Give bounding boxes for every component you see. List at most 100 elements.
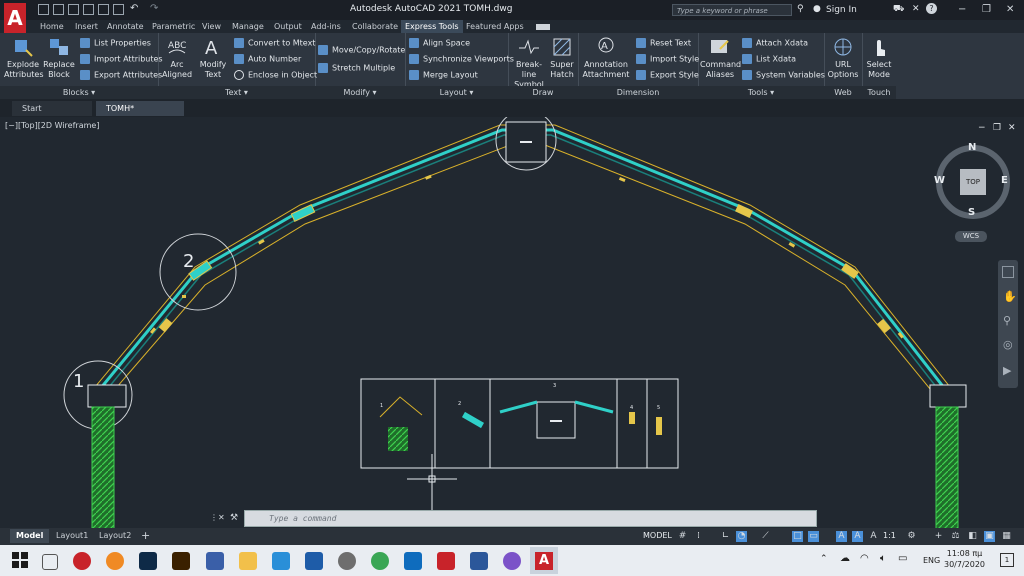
- viewport-restore-icon[interactable]: ❐: [993, 123, 1001, 133]
- web-mobile-icon[interactable]: [98, 4, 109, 15]
- print-icon[interactable]: [113, 4, 124, 15]
- start-tab[interactable]: Start: [12, 101, 92, 116]
- align-space-button[interactable]: Align Space: [409, 38, 470, 48]
- save-icon[interactable]: [68, 4, 79, 15]
- file-explorer-icon[interactable]: [239, 552, 257, 570]
- autoscale-icon[interactable]: A: [852, 531, 863, 542]
- tools-panel-title[interactable]: Tools ▾: [698, 86, 824, 99]
- maximize-icon[interactable]: ❐: [982, 4, 991, 15]
- steering-wheel-icon[interactable]: [1002, 266, 1014, 278]
- annotation-attachment-button[interactable]: A Annotation Attachment: [582, 36, 630, 80]
- compass-south[interactable]: S: [968, 207, 975, 218]
- tab-output[interactable]: Output: [274, 20, 302, 33]
- tab-home[interactable]: Home: [40, 20, 64, 33]
- drawing-canvas[interactable]: 2 1 1 2 3 4 5: [0, 117, 1024, 530]
- tab-manage[interactable]: Manage: [232, 20, 264, 33]
- isolate-icon[interactable]: ◧: [967, 531, 978, 542]
- save-as-icon[interactable]: [83, 4, 94, 15]
- viewcube-top-face[interactable]: TOP: [960, 169, 986, 195]
- viewport-close-icon[interactable]: ✕: [1008, 123, 1016, 133]
- word-icon[interactable]: [470, 552, 488, 570]
- grid-icon[interactable]: #: [677, 531, 688, 542]
- ortho-icon[interactable]: ∟: [720, 531, 731, 542]
- disk-app-icon[interactable]: [338, 552, 356, 570]
- sync-viewports-button[interactable]: Synchronize Viewports: [409, 54, 514, 64]
- minimize-icon[interactable]: −: [958, 4, 966, 15]
- import-style-button[interactable]: Import Style: [636, 54, 699, 64]
- tab-express-tools[interactable]: Express Tools: [401, 20, 463, 33]
- list-properties-button[interactable]: List Properties: [80, 38, 151, 48]
- chrome-icon[interactable]: [371, 552, 389, 570]
- show-hidden-icons[interactable]: ⌃: [820, 554, 828, 564]
- reset-text-button[interactable]: Reset Text: [636, 38, 691, 48]
- breakline-symbol-button[interactable]: Break-line Symbol: [510, 36, 548, 90]
- select-mode-button[interactable]: Select Mode: [862, 36, 896, 80]
- phone-app-icon[interactable]: [272, 552, 290, 570]
- tab-view[interactable]: View: [202, 20, 221, 33]
- tab-model[interactable]: Model: [10, 529, 50, 543]
- command-aliases-button[interactable]: Command Aliases: [700, 36, 741, 80]
- autocad-taskbar-button[interactable]: A: [530, 547, 558, 574]
- annotation-monitor-icon[interactable]: +: [933, 531, 944, 542]
- tab-layout2[interactable]: Layout2: [93, 529, 137, 543]
- modify-panel-title[interactable]: Modify ▾: [315, 86, 405, 99]
- import-attributes-button[interactable]: Import Attributes: [80, 54, 163, 64]
- search-input[interactable]: Type a keyword or phrase: [672, 4, 792, 16]
- osnap-icon[interactable]: □: [792, 531, 803, 542]
- zoom-icon[interactable]: ⚲: [1003, 314, 1011, 327]
- opera-icon[interactable]: [73, 552, 91, 570]
- export-attributes-button[interactable]: Export Attributes: [80, 70, 162, 80]
- pan-icon[interactable]: ✋: [1003, 290, 1017, 303]
- customize-icon[interactable]: ⚒: [230, 513, 238, 523]
- ribbon-toggle-icon[interactable]: [536, 24, 550, 30]
- units-icon[interactable]: ⚖: [950, 531, 961, 542]
- add-layout-icon[interactable]: +: [141, 529, 150, 542]
- arc-aligned-button[interactable]: ABC Arc Aligned: [160, 36, 194, 80]
- autocad-logo[interactable]: A: [4, 3, 26, 33]
- annotation-visibility-icon[interactable]: A: [836, 531, 847, 542]
- close-icon[interactable]: ✕: [1006, 4, 1014, 15]
- list-xdata-button[interactable]: List Xdata: [742, 54, 796, 64]
- new-file-icon[interactable]: [38, 4, 49, 15]
- tab-add-ins[interactable]: Add-ins: [311, 20, 341, 33]
- windows-start-icon[interactable]: [12, 552, 30, 570]
- acrobat-icon[interactable]: [437, 552, 455, 570]
- volume-icon[interactable]: 🔈︎: [880, 553, 886, 564]
- command-close-icon[interactable]: ⋮✕: [210, 513, 225, 522]
- clean-screen-icon[interactable]: ▦: [1001, 531, 1012, 542]
- viewport-controls[interactable]: [−][Top][2D Wireframe]: [5, 121, 99, 130]
- file-tab-tomh[interactable]: TOMH*: [96, 101, 184, 116]
- save-app-icon[interactable]: [206, 552, 224, 570]
- compass-west[interactable]: W: [934, 175, 945, 186]
- open-file-icon[interactable]: [53, 4, 64, 15]
- exchange-icon[interactable]: ✕: [912, 4, 920, 14]
- modify-text-button[interactable]: A Modify Text: [196, 36, 230, 80]
- redo-icon[interactable]: ↷: [150, 3, 158, 14]
- compass-east[interactable]: E: [1001, 175, 1008, 186]
- explode-attributes-button[interactable]: Explode Attributes: [4, 36, 44, 80]
- tab-insert[interactable]: Insert: [75, 20, 98, 33]
- replace-block-button[interactable]: Replace Block: [42, 36, 76, 80]
- onedrive-icon[interactable]: ☁: [840, 553, 850, 564]
- convert-mtext-button[interactable]: Convert to Mtext: [234, 38, 315, 48]
- orbit-icon[interactable]: ◎: [1003, 338, 1013, 351]
- super-hatch-button[interactable]: Super Hatch: [548, 36, 576, 80]
- snap-icon[interactable]: ⁞: [693, 531, 704, 542]
- ucs-menu-button[interactable]: WCS: [955, 231, 987, 242]
- polar-icon[interactable]: ◔: [736, 531, 747, 542]
- drawing-viewport[interactable]: 2 1 1 2 3 4 5 [−][Top][2D Wireframe] − ❐…: [0, 117, 1024, 530]
- tab-collaborate[interactable]: Collaborate: [352, 20, 398, 33]
- enclose-object-button[interactable]: Enclose in Object: [234, 70, 317, 80]
- undo-icon[interactable]: ↶: [130, 3, 138, 14]
- attach-xdata-button[interactable]: Attach Xdata: [742, 38, 808, 48]
- tab-featured-apps[interactable]: Featured Apps: [466, 20, 524, 33]
- firefox-icon[interactable]: [106, 552, 124, 570]
- sign-in-button[interactable]: Sign In: [826, 5, 857, 15]
- illustrator-icon[interactable]: [172, 552, 190, 570]
- outlook-icon[interactable]: [404, 552, 422, 570]
- blocks-panel-title[interactable]: Blocks ▾: [0, 86, 158, 99]
- help-icon[interactable]: ?: [926, 3, 937, 14]
- task-view-icon[interactable]: [42, 554, 58, 570]
- command-input[interactable]: Type a command: [244, 510, 817, 527]
- auto-number-button[interactable]: Auto Number: [234, 54, 301, 64]
